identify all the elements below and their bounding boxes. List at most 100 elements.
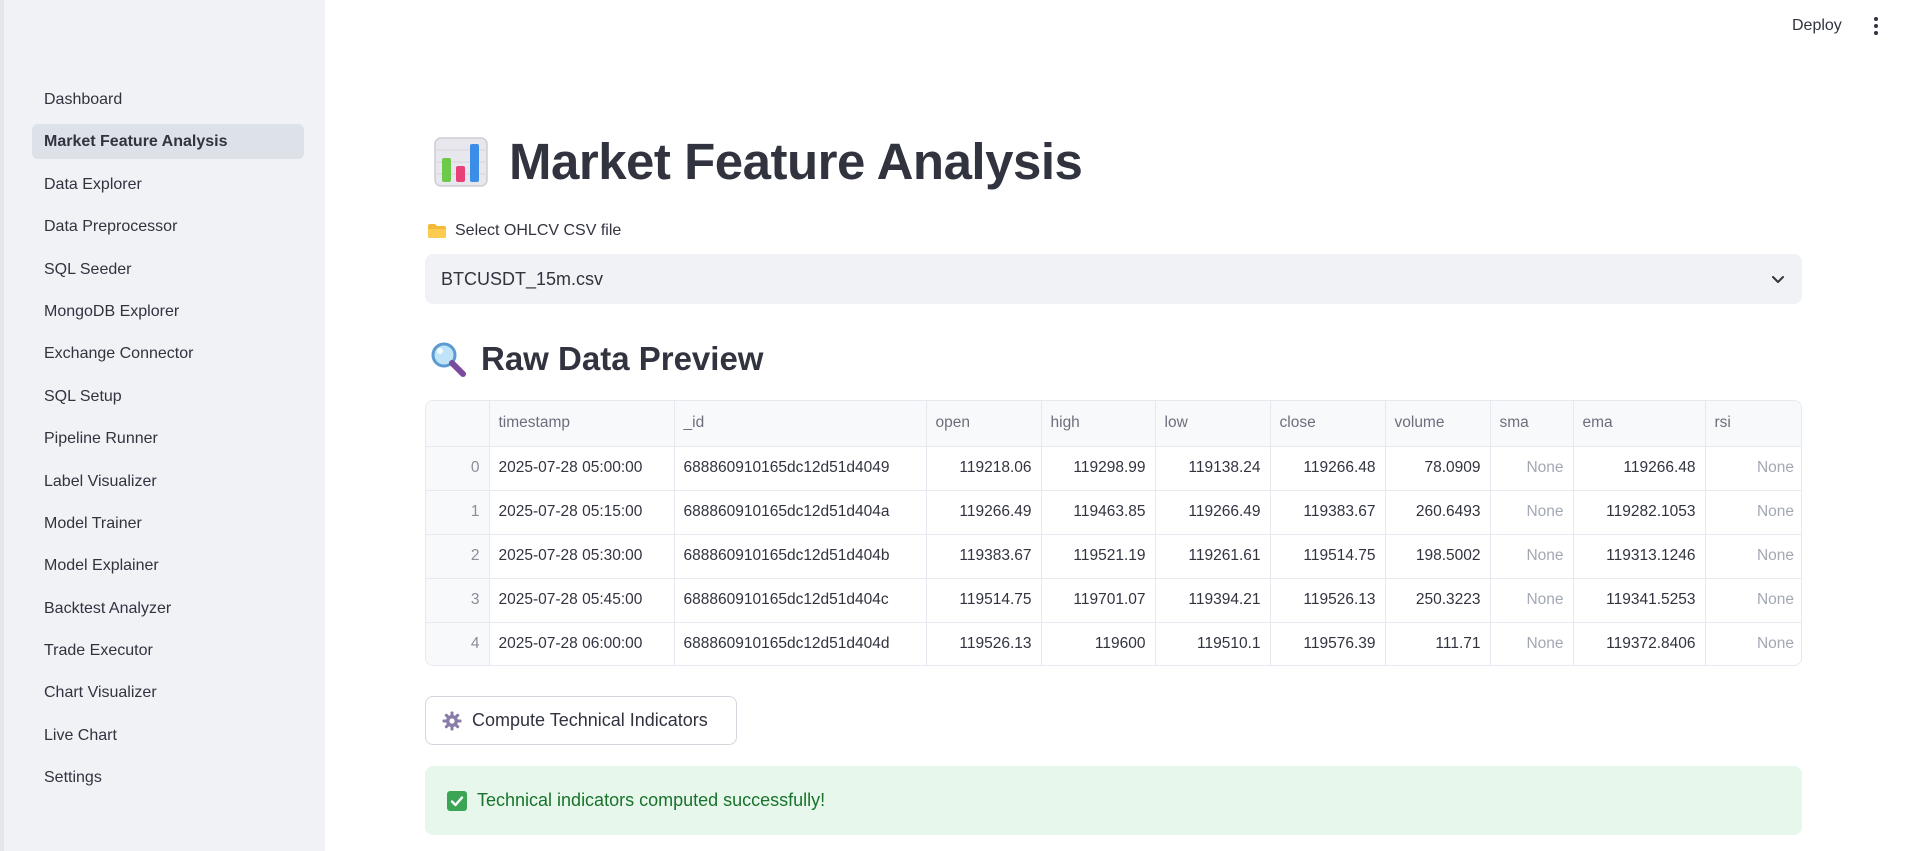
row-index-cell[interactable]: 0 (426, 446, 490, 491)
table-cell[interactable]: None (1705, 622, 1801, 665)
table-cell[interactable]: 119576.39 (1270, 622, 1386, 665)
table-cell[interactable]: 2025-07-28 06:00:00 (489, 622, 675, 665)
sidebar-item-market-feature-analysis[interactable]: Market Feature Analysis (32, 124, 304, 160)
table-cell[interactable]: 119218.06 (926, 446, 1042, 491)
column-header-volume[interactable]: volume (1385, 401, 1491, 447)
table-cell[interactable]: 119138.24 (1155, 446, 1271, 491)
deploy-button[interactable]: Deploy (1778, 12, 1856, 40)
table-cell[interactable]: 119341.5253 (1573, 578, 1706, 623)
sidebar-nav: Dashboard Market Feature Analysis Data Exp… (32, 82, 304, 803)
table-cell[interactable]: 2025-07-28 05:15:00 (489, 490, 675, 535)
table-cell[interactable]: 119526.13 (1270, 578, 1386, 623)
table-cell[interactable]: 119701.07 (1041, 578, 1156, 623)
section-title: Raw Data Preview (481, 340, 764, 377)
column-header-index[interactable] (426, 401, 490, 447)
raw-data-table: timestamp _id open high low close volume sma ema… (425, 400, 1802, 666)
table-cell[interactable]: 119372.8406 (1573, 622, 1706, 665)
column-header-rsi[interactable]: rsi (1705, 401, 1801, 447)
sidebar-item-dashboard[interactable]: Dashboard (32, 82, 304, 117)
table-cell[interactable]: None (1490, 490, 1574, 535)
sidebar-item-exchange-connector[interactable]: Exchange Connector (32, 336, 304, 371)
table-cell[interactable]: 119514.75 (1270, 534, 1386, 579)
table-cell[interactable]: 688860910165dc12d51d404a (674, 490, 927, 535)
sidebar-item-sql-setup[interactable]: SQL Setup (32, 379, 304, 414)
column-header-timestamp[interactable]: timestamp (489, 401, 675, 447)
table-row: 2 2025-07-28 05:30:00 688860910165dc12d51d… (426, 534, 1801, 579)
sidebar: Dashboard Market Feature Analysis Data Exp… (0, 0, 325, 851)
table-cell[interactable]: 119313.1246 (1573, 534, 1706, 579)
column-header-open[interactable]: open (926, 401, 1042, 447)
column-header-ema[interactable]: ema (1573, 401, 1706, 447)
table-cell[interactable]: None (1490, 446, 1574, 491)
table-cell[interactable]: None (1705, 534, 1801, 579)
table-cell[interactable]: 688860910165dc12d51d404b (674, 534, 927, 579)
gear-icon (442, 711, 462, 730)
check-mark-icon (447, 790, 467, 811)
table-cell[interactable]: 119266.48 (1270, 446, 1386, 491)
row-index-cell[interactable]: 1 (426, 490, 490, 535)
row-index-cell[interactable]: 3 (426, 578, 490, 623)
table-row: 1 2025-07-28 05:15:00 688860910165dc12d51d… (426, 490, 1801, 535)
compute-indicators-button[interactable]: Compute Technical Indicators (425, 696, 737, 745)
csv-file-select[interactable]: BTCUSDT_15m.csv (425, 254, 1802, 304)
sidebar-item-model-trainer[interactable]: Model Trainer (32, 506, 304, 541)
column-header-close[interactable]: close (1270, 401, 1386, 447)
sidebar-item-chart-visualizer[interactable]: Chart Visualizer (32, 675, 304, 710)
column-header-low[interactable]: low (1155, 401, 1271, 447)
table-cell[interactable]: 198.5002 (1385, 534, 1491, 579)
sidebar-item-data-preprocessor[interactable]: Data Preprocessor (32, 209, 304, 244)
table-cell[interactable]: 119510.1 (1155, 622, 1271, 665)
success-message: Technical indicators computed successful… (477, 790, 826, 810)
table-cell[interactable]: 119394.21 (1155, 578, 1271, 623)
table-cell[interactable]: 119383.67 (1270, 490, 1386, 535)
table-cell[interactable]: None (1705, 578, 1801, 623)
sidebar-item-live-chart[interactable]: Live Chart (32, 718, 304, 753)
table-cell[interactable]: 2025-07-28 05:00:00 (489, 446, 675, 491)
table-cell[interactable]: 250.3223 (1385, 578, 1491, 623)
table-cell[interactable]: 2025-07-28 05:30:00 (489, 534, 675, 579)
sidebar-item-pipeline-runner[interactable]: Pipeline Runner (32, 421, 304, 456)
table-cell[interactable]: 111.71 (1385, 622, 1491, 665)
table-cell[interactable]: 260.6493 (1385, 490, 1491, 535)
file-select-label-text: Select OHLCV CSV file (455, 222, 622, 239)
sidebar-item-settings[interactable]: Settings (32, 760, 304, 795)
main-menu-icon[interactable] (1866, 14, 1886, 38)
sidebar-item-backtest-analyzer[interactable]: Backtest Analyzer (32, 591, 304, 626)
column-header-sma[interactable]: sma (1490, 401, 1574, 447)
table-cell[interactable]: 119521.19 (1041, 534, 1156, 579)
table-cell[interactable]: 119383.67 (926, 534, 1042, 579)
sidebar-item-model-explainer[interactable]: Model Explainer (32, 548, 304, 583)
table-cell[interactable]: None (1490, 578, 1574, 623)
row-index-cell[interactable]: 4 (426, 622, 490, 665)
table-cell[interactable]: 119266.49 (1155, 490, 1271, 535)
table-cell[interactable]: 119526.13 (926, 622, 1042, 665)
table-cell[interactable]: 688860910165dc12d51d404d (674, 622, 927, 665)
table-cell[interactable]: 688860910165dc12d51d4049 (674, 446, 927, 491)
sidebar-item-trade-executor[interactable]: Trade Executor (32, 633, 304, 668)
column-header-id[interactable]: _id (674, 401, 927, 447)
table-cell[interactable]: 119261.61 (1155, 534, 1271, 579)
table-cell[interactable]: 119600 (1041, 622, 1156, 665)
table-cell[interactable]: None (1705, 446, 1801, 491)
table-cell[interactable]: None (1705, 490, 1801, 535)
table-row: 4 2025-07-28 06:00:00 688860910165dc12d51d… (426, 622, 1801, 665)
table-cell[interactable]: 119266.49 (926, 490, 1042, 535)
table-row: 3 2025-07-28 05:45:00 688860910165dc12d51d… (426, 578, 1801, 623)
sidebar-item-label-visualizer[interactable]: Label Visualizer (32, 464, 304, 499)
table-cell[interactable]: 78.0909 (1385, 446, 1491, 491)
table-cell[interactable]: 119282.1053 (1573, 490, 1706, 535)
table-cell[interactable]: None (1490, 534, 1574, 579)
row-index-cell[interactable]: 2 (426, 534, 490, 579)
success-alert: Technical indicators computed successful… (425, 766, 1802, 835)
table-cell[interactable]: 2025-07-28 05:45:00 (489, 578, 675, 623)
table-cell[interactable]: None (1490, 622, 1574, 665)
sidebar-item-data-explorer[interactable]: Data Explorer (32, 167, 304, 202)
table-cell[interactable]: 119266.48 (1573, 446, 1706, 491)
table-cell[interactable]: 688860910165dc12d51d404c (674, 578, 927, 623)
table-cell[interactable]: 119463.85 (1041, 490, 1156, 535)
table-cell[interactable]: 119514.75 (926, 578, 1042, 623)
table-cell[interactable]: 119298.99 (1041, 446, 1156, 491)
column-header-high[interactable]: high (1041, 401, 1156, 447)
sidebar-item-sql-seeder[interactable]: SQL Seeder (32, 252, 304, 287)
sidebar-item-mongodb-explorer[interactable]: MongoDB Explorer (32, 294, 304, 329)
